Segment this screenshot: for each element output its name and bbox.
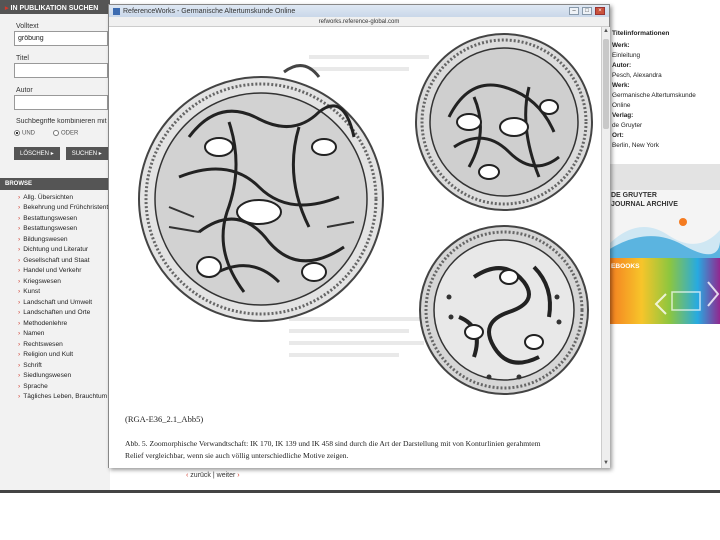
- browse-item[interactable]: Bekehrung und Frühchristentum: [18, 203, 110, 214]
- title-info-panel: Titelinformationen Werk: Einleitung Autor:…: [608, 0, 720, 490]
- title-info-list: Werk: Einleitung Autor: Pesch, Alexandra Wer…: [609, 37, 720, 151]
- popup-url-bar: refworks.reference-global.com: [109, 17, 609, 27]
- browse-item[interactable]: Tägliches Leben, Brauchtum: [18, 392, 110, 403]
- arrow-right-icon: ▸: [50, 150, 54, 157]
- bracteate-figure: [138, 33, 593, 395]
- figure-id: (RGA-E36_2.1_Abb5): [125, 414, 204, 424]
- browse-item[interactable]: Landschaften und Orte: [18, 308, 110, 319]
- browse-item[interactable]: Rechtswesen: [18, 340, 110, 351]
- title-info-row: Werk:: [612, 42, 630, 49]
- browse-item[interactable]: Bildungswesen: [18, 235, 110, 246]
- title-info-row: Pesch, Alexandra: [612, 72, 662, 79]
- pager: ‹ zurück | weiter ›: [186, 472, 240, 479]
- browse-item[interactable]: Namen: [18, 329, 110, 340]
- radio-oder[interactable]: ODER: [53, 130, 78, 137]
- search-sidebar: ▸IN PUBLIKATION SUCHEN Volltext Titel Au…: [0, 0, 110, 490]
- popup-content: (RGA-E36_2.1_Abb5) Abb. 5. Zoomorphische…: [109, 27, 601, 468]
- browse-item[interactable]: Kunst: [18, 287, 110, 298]
- arrow-right-icon: ›: [237, 472, 240, 479]
- title-info-row: Autor:: [612, 62, 632, 69]
- autor-input[interactable]: [14, 95, 108, 110]
- title-info-row: Ort:: [612, 132, 624, 139]
- search-header: ▸ IN PUBLIKATION SUCHEN: [0, 0, 110, 14]
- browse-header: BROWSE: [0, 177, 110, 190]
- image-popup-window: ReferenceWorks - Germanische Altertumsku…: [108, 4, 610, 468]
- arrow-right-icon: ▸: [98, 150, 102, 157]
- window-app-icon: [113, 7, 120, 15]
- bracteate-large: [138, 64, 384, 322]
- figure-caption: Abb. 5. Zoomorphische Verwandtschaft: IK…: [125, 439, 541, 460]
- popup-scrollbar[interactable]: ▲ ▼: [601, 27, 610, 468]
- browse-item[interactable]: Allg. Übersichten: [18, 193, 110, 204]
- title-info-row: Germanische Altertumskunde: [612, 92, 696, 99]
- scroll-thumb[interactable]: [603, 39, 609, 129]
- pager-separator: |: [212, 472, 215, 479]
- browse-item[interactable]: Handel und Verkehr: [18, 266, 110, 277]
- window-controls: – □ ×: [569, 7, 605, 15]
- radio-unselected-icon: [53, 130, 59, 136]
- close-icon[interactable]: ×: [595, 7, 605, 15]
- volltext-label: Volltext: [16, 23, 39, 30]
- popup-titlebar[interactable]: ReferenceWorks - Germanische Altertumsku…: [109, 5, 609, 17]
- browse-item[interactable]: Bestattungswesen: [18, 224, 110, 235]
- ebooks-ad[interactable]: EBOOKS: [608, 258, 720, 324]
- arrow-left-icon: ‹: [186, 472, 189, 479]
- titel-input[interactable]: [14, 63, 108, 78]
- browse-item[interactable]: Dichtung und Literatur: [18, 245, 110, 256]
- back-link[interactable]: zurück: [190, 472, 211, 479]
- title-info-row: de Gruyter: [612, 122, 643, 129]
- loeschen-button[interactable]: LÖSCHEN ▸: [14, 146, 60, 160]
- search-header-label: IN PUBLIKATION SUCHEN: [10, 5, 99, 12]
- browse-item[interactable]: Schrift: [18, 361, 110, 372]
- browse-item[interactable]: Bestattungswesen: [18, 214, 110, 225]
- browse-list: Allg. ÜbersichtenBekehrung und Frühchris…: [0, 190, 110, 403]
- browse-item[interactable]: Siedlungswesen: [18, 371, 110, 382]
- minimize-icon[interactable]: –: [569, 7, 579, 15]
- scroll-down-icon[interactable]: ▼: [602, 459, 610, 468]
- panel-spacer: [608, 164, 720, 190]
- bracteate-top-right: [415, 33, 593, 211]
- browse-item[interactable]: Sprache: [18, 382, 110, 393]
- ebooks-ad-graphic-icon: [654, 281, 720, 315]
- search-buttons: LÖSCHEN ▸ SUCHEN ▸: [14, 146, 110, 160]
- browse-item[interactable]: Kriegswesen: [18, 277, 110, 288]
- title-info-heading: Titelinformationen: [612, 30, 670, 37]
- next-link[interactable]: weiter: [217, 472, 236, 479]
- maximize-icon[interactable]: □: [582, 7, 592, 15]
- journal-archive-ad[interactable]: DE GRUYTER JOURNAL ARCHIVE: [608, 190, 720, 258]
- combine-label: Suchbegriffe kombinieren mit: [16, 118, 107, 125]
- title-info-row: Online: [612, 102, 631, 109]
- browse-item[interactable]: Landschaft und Umwelt: [18, 298, 110, 309]
- browse-item[interactable]: Religion und Kult: [18, 350, 110, 361]
- title-info-row: Einleitung: [612, 52, 641, 59]
- title-info-box: Titelinformationen Werk: Einleitung Autor:…: [608, 14, 720, 164]
- title-info-row: Verlag:: [612, 112, 634, 119]
- radio-selected-icon: [14, 130, 20, 136]
- browse-item[interactable]: Gesellschaft und Staat: [18, 256, 110, 267]
- suchen-button[interactable]: SUCHEN ▸: [65, 146, 108, 160]
- arrow-right-icon: ▸: [5, 5, 9, 12]
- titel-label: Titel: [16, 55, 29, 62]
- radio-und[interactable]: UND: [14, 130, 35, 137]
- bracteate-bottom-right: [419, 225, 589, 395]
- journal-ad-graphic-icon: [608, 218, 720, 258]
- scroll-up-icon[interactable]: ▲: [602, 27, 610, 36]
- browse-item[interactable]: Methodenlehre: [18, 319, 110, 330]
- title-info-row: Berlin, New York: [612, 142, 659, 149]
- combine-radio-group: UND ODER: [14, 130, 110, 137]
- bottom-bar: [0, 490, 720, 493]
- title-info-row: Werk:: [612, 82, 630, 89]
- popup-title: ReferenceWorks - Germanische Altertumsku…: [123, 7, 296, 15]
- volltext-input[interactable]: [14, 31, 108, 46]
- autor-label: Autor: [16, 87, 33, 94]
